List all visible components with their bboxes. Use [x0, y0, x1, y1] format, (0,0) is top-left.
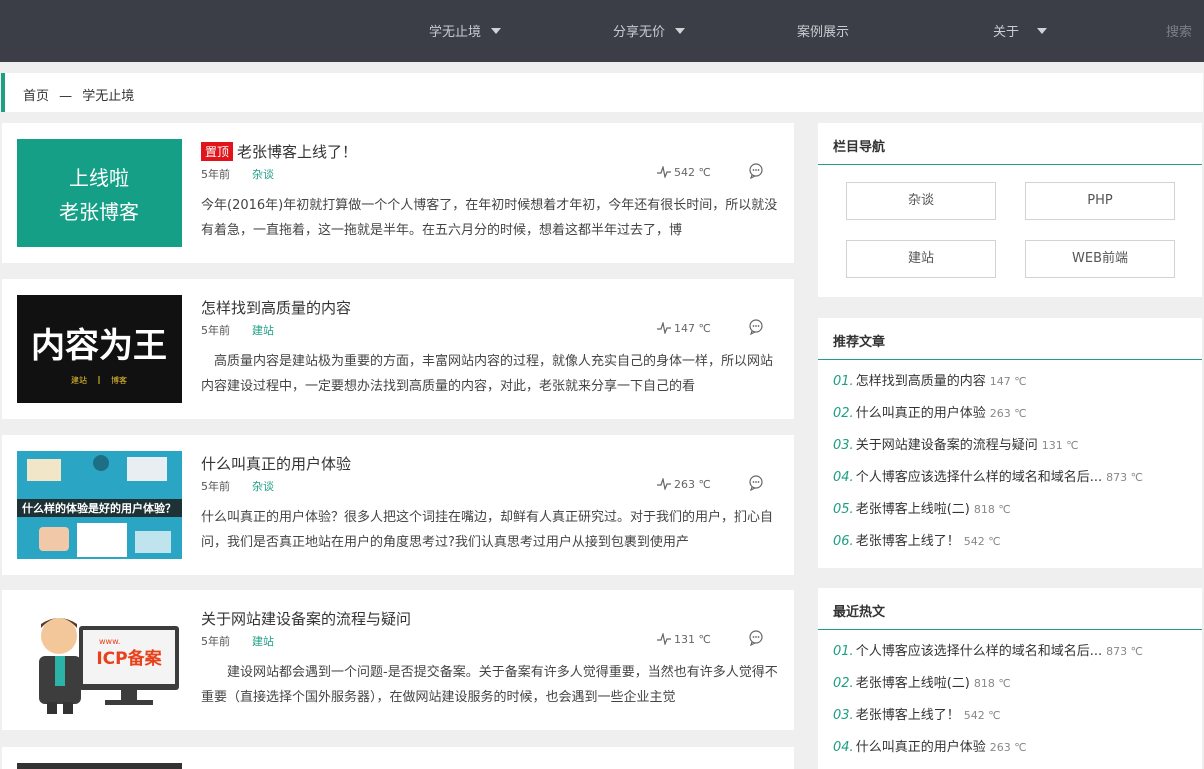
sidebar-title: 栏目导航: [818, 123, 1202, 165]
article-thumbnail[interactable]: [17, 763, 182, 769]
nav-item-about[interactable]: 关于: [993, 21, 1048, 40]
article-card: www. ICP备案 关于网站建设备案的流程与疑问 5年前 建站 131 ℃ 建…: [2, 590, 794, 730]
list-item[interactable]: 01. 怎样找到高质量的内容 147 ℃: [833, 372, 1202, 404]
list-item[interactable]: 03. 关于网站建设备案的流程与疑问 131 ℃: [833, 436, 1202, 468]
article-excerpt: 高质量内容是建站极为重要的方面，丰富网站内容的过程，就像人充实自己的身体一样，所…: [201, 354, 774, 394]
article-category[interactable]: 杂谈: [252, 166, 274, 182]
thumb-text: www.: [99, 637, 120, 646]
article-thumbnail[interactable]: 什么样的体验是好的用户体验？: [17, 451, 182, 559]
list-item[interactable]: 02. 老张博客上线啦(二) 818 ℃: [833, 674, 1202, 706]
article-card: 上线啦 老张博客 置顶 老张博客上线了！ 5年前 杂谈 542 ℃ 今年(2016…: [2, 123, 794, 263]
article-heat-value: 542 ℃: [674, 166, 711, 179]
nav-search-link[interactable]: 搜索: [1166, 21, 1192, 40]
article-heat: 263 ℃: [657, 478, 711, 491]
tag-button[interactable]: PHP: [1025, 182, 1175, 220]
breadcrumb-separator: —: [59, 89, 73, 104]
article-thumbnail[interactable]: 上线啦 老张博客: [17, 139, 182, 247]
article-title[interactable]: 置顶 老张博客上线了！: [201, 141, 357, 162]
list-item[interactable]: 06. 老张博客上线了！ 542 ℃: [833, 532, 1202, 564]
recommended-list: 01. 怎样找到高质量的内容 147 ℃ 02. 什么叫真正的用户体验 263 ℃ 03…: [818, 360, 1202, 564]
thumb-text: 上线啦: [69, 166, 129, 190]
pulse-icon: [657, 166, 671, 178]
comment-icon[interactable]: [748, 163, 764, 183]
article-heat-value: 147 ℃: [674, 322, 711, 335]
article-title-text[interactable]: 老张博客上线了！: [237, 143, 357, 161]
article-title[interactable]: 关于网站建设备案的流程与疑问: [201, 608, 411, 629]
article-thumbnail[interactable]: 内容为王 建站 博客: [17, 295, 182, 403]
nav-item-label: 关于: [993, 25, 1020, 40]
article-excerpt: 什么叫真正的用户体验？很多人把这个词挂在嘴边，却鲜有人真正研究过。对于我们的用户…: [201, 510, 774, 550]
sidebar-recommended: 推荐文章 01. 怎样找到高质量的内容 147 ℃ 02. 什么叫真正的用户体验 263…: [818, 318, 1202, 568]
nav-item-label: 案例展示: [797, 25, 850, 40]
thumb-text: ICP备案: [96, 648, 162, 669]
article-time: 5年前: [201, 480, 230, 493]
sidebar-title: 推荐文章: [818, 318, 1202, 360]
article-heat: 147 ℃: [657, 322, 711, 335]
list-item[interactable]: 04. 什么叫真正的用户体验 263 ℃: [833, 738, 1202, 769]
nav-item-share[interactable]: 分享无价: [613, 21, 686, 40]
pulse-icon: [657, 322, 671, 334]
nav-item-label: 分享无价: [613, 25, 666, 40]
article-thumbnail[interactable]: www. ICP备案: [17, 606, 182, 714]
comment-icon[interactable]: [748, 630, 764, 650]
article-excerpt: 建设网站都会遇到一个问题-是否提交备案。关于备案有许多人觉得重要，当然也有许多人…: [201, 665, 778, 705]
nav-item-cases[interactable]: 案例展示: [797, 21, 849, 40]
top-nav-bar: 学无止境 分享无价 案例展示 关于 搜索: [0, 0, 1204, 62]
list-item[interactable]: 02. 什么叫真正的用户体验 263 ℃: [833, 404, 1202, 436]
breadcrumb-home[interactable]: 首页: [23, 89, 49, 104]
sidebar-hot: 最近热文 01. 个人博客应该选择什么样的域名和域名后... 873 ℃ 02. 老张…: [818, 588, 1202, 769]
article-heat: 542 ℃: [657, 166, 711, 179]
thumb-text: 什么样的体验是好的用户体验？: [22, 501, 176, 515]
list-item[interactable]: 01. 个人博客应该选择什么样的域名和域名后... 873 ℃: [833, 642, 1202, 674]
article-heat: 131 ℃: [657, 633, 711, 646]
article-title[interactable]: 什么叫真正的用户体验: [201, 453, 351, 474]
list-item[interactable]: 05. 老张博客上线啦(二) 818 ℃: [833, 500, 1202, 532]
nav-item-learn[interactable]: 学无止境: [429, 21, 502, 40]
article-excerpt: 今年(2016年)年初就打算做一个个人博客了，在年初时候想着才年初，今年还有很长…: [201, 198, 778, 238]
pinned-badge: 置顶: [201, 142, 234, 161]
comment-icon[interactable]: [748, 319, 764, 339]
comment-icon[interactable]: [748, 475, 764, 495]
article-card: [2, 747, 794, 769]
article-category[interactable]: 杂谈: [252, 478, 274, 494]
list-item[interactable]: 03. 老张博客上线了！ 542 ℃: [833, 706, 1202, 738]
sidebar-column-nav: 栏目导航 杂谈 PHP 建站 WEB前端: [818, 123, 1202, 297]
caret-down-icon: [675, 28, 686, 34]
pulse-icon: [657, 478, 671, 490]
article-category[interactable]: 建站: [252, 633, 274, 649]
article-time: 5年前: [201, 168, 230, 181]
tag-button[interactable]: 建站: [846, 240, 996, 278]
article-heat-value: 131 ℃: [674, 633, 711, 646]
caret-down-icon: [491, 28, 502, 34]
caret-down-icon: [1037, 28, 1048, 34]
thumb-text: 内容为王: [31, 326, 167, 366]
article-card: 内容为王 建站 博客 怎样找到高质量的内容 5年前 建站 147 ℃ 高质量内容…: [2, 279, 794, 419]
thumb-text: 老张博客: [59, 200, 139, 224]
tag-button[interactable]: 杂谈: [846, 182, 996, 220]
article-time: 5年前: [201, 635, 230, 648]
hot-list: 01. 个人博客应该选择什么样的域名和域名后... 873 ℃ 02. 老张博客上线啦…: [818, 630, 1202, 769]
breadcrumb: 首页 — 学无止境: [1, 73, 1203, 112]
article-heat-value: 263 ℃: [674, 478, 711, 491]
article-category[interactable]: 建站: [252, 322, 274, 338]
list-item[interactable]: 04. 个人博客应该选择什么样的域名和域名后... 873 ℃: [833, 468, 1202, 500]
thumb-text: 建站: [71, 375, 87, 385]
tag-button[interactable]: WEB前端: [1025, 240, 1175, 278]
article-time: 5年前: [201, 324, 230, 337]
pulse-icon: [657, 633, 671, 645]
sidebar-title: 最近热文: [818, 588, 1202, 630]
breadcrumb-current[interactable]: 学无止境: [82, 89, 134, 104]
nav-item-label: 学无止境: [429, 25, 482, 40]
article-card: 什么样的体验是好的用户体验？ 什么叫真正的用户体验 5年前 杂谈 263 ℃ 什…: [2, 435, 794, 575]
thumb-text: 博客: [111, 375, 127, 385]
article-title[interactable]: 怎样找到高质量的内容: [201, 297, 351, 318]
